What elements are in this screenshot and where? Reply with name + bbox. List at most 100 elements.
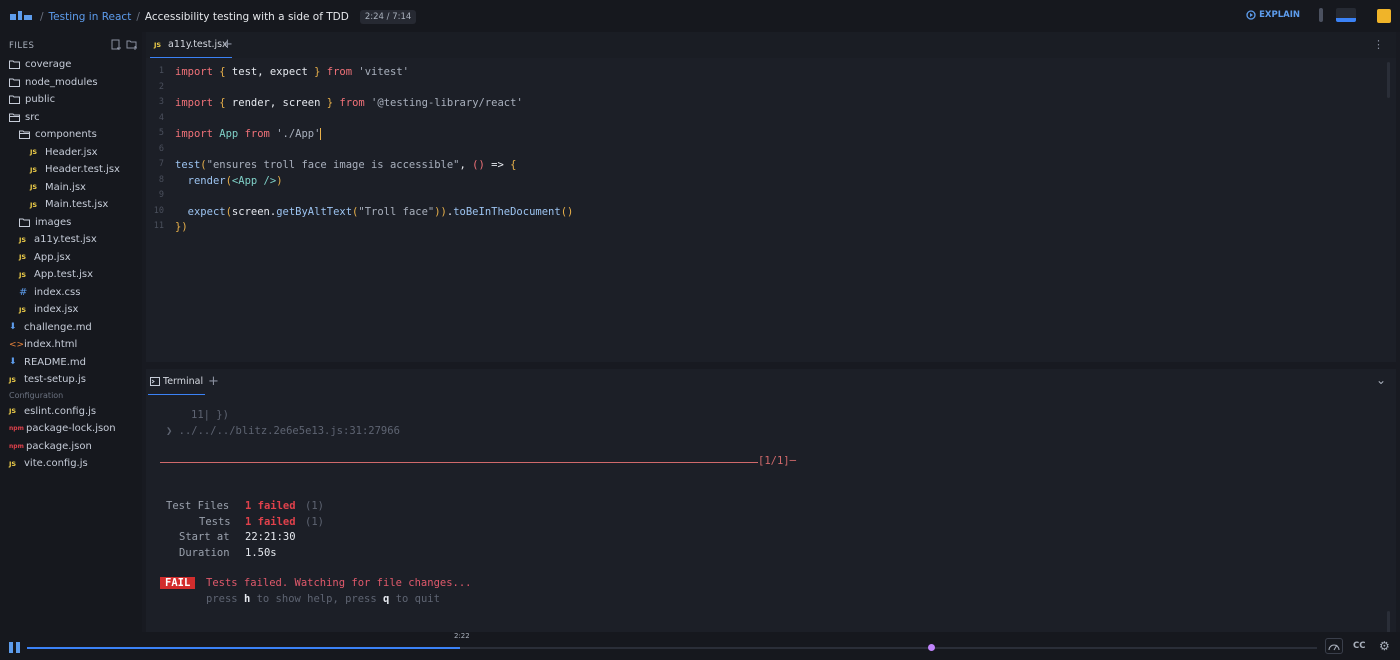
add-tab-icon[interactable]: + <box>222 37 233 52</box>
line-number: 1 <box>158 66 164 76</box>
file-tree-label: coverage <box>25 59 72 70</box>
breadcrumb-separator: / <box>136 11 140 23</box>
file-tree-item[interactable]: JS test-setup.js <box>0 371 86 388</box>
tests-count: (1) <box>305 515 324 528</box>
terminal-scrollbar[interactable] <box>1387 611 1390 633</box>
file-tree-label: Header.test.jsx <box>45 164 120 175</box>
tests-value: 1 failed <box>245 515 296 528</box>
editor-tabbar: JS a11y.test.jsx + ⋮ <box>146 32 1396 58</box>
pause-icon <box>9 642 20 653</box>
js-file-icon: JS <box>9 407 17 415</box>
trace-line: 11| }) <box>191 409 229 421</box>
captions-button[interactable]: CC <box>1353 641 1365 651</box>
file-tree-item[interactable]: JS Header.jsx <box>0 144 98 161</box>
folder-icon <box>9 60 20 69</box>
file-tree-item[interactable]: ⬇ challenge.md <box>0 319 92 336</box>
code-line: 8 render(<App />) <box>146 175 846 190</box>
tab-terminal[interactable]: Terminal <box>148 369 206 395</box>
markdown-file-icon: ⬇ <box>9 322 17 332</box>
progress-fill <box>27 647 461 649</box>
help-end: to quit <box>395 592 440 605</box>
folder-icon <box>19 218 30 227</box>
more-options-icon[interactable]: ⋮ <box>1373 38 1384 51</box>
configuration-header: Configuration <box>9 390 64 400</box>
progress-track[interactable] <box>27 644 1317 651</box>
fail-badge: FAIL <box>160 577 196 589</box>
markdown-file-icon: ⬇ <box>9 357 17 367</box>
add-terminal-icon[interactable]: + <box>208 374 219 389</box>
layout-toggle-split[interactable] <box>1336 8 1356 22</box>
file-tree-item[interactable]: components <box>0 126 97 143</box>
breadcrumb-course-link[interactable]: Testing in React <box>49 11 132 23</box>
file-tree-item[interactable]: coverage <box>0 56 71 73</box>
js-file-icon: JS <box>30 165 38 174</box>
css-file-icon: # <box>19 286 28 298</box>
file-tree-item[interactable]: src <box>0 109 40 126</box>
settings-icon[interactable]: ⚙ <box>1379 639 1390 653</box>
file-tree-item[interactable]: JS Header.test.jsx <box>0 161 120 178</box>
file-tree-label: Main.test.jsx <box>45 199 109 210</box>
config-file-item[interactable]: JS eslint.config.js <box>0 403 96 420</box>
config-file-item[interactable]: JS vite.config.js <box>0 455 88 472</box>
code-line: 2 <box>146 82 846 97</box>
js-file-icon: JS <box>9 375 17 384</box>
file-tree-label: node_modules <box>25 76 98 88</box>
code-editor[interactable]: JS a11y.test.jsx + ⋮ 1 import { test, exp… <box>146 32 1396 362</box>
terminal-panel[interactable]: Terminal + ⌄ 11| }) ❯ ../../../blitz.2e6… <box>146 369 1396 635</box>
file-tree-item[interactable]: # index.css <box>0 284 80 301</box>
line-number: 7 <box>158 159 164 169</box>
editor-scrollbar[interactable] <box>1387 62 1390 98</box>
layout-toggle-left[interactable] <box>1319 8 1323 22</box>
new-file-icon[interactable] <box>111 39 122 50</box>
file-tree-item[interactable]: JS App.test.jsx <box>0 266 93 283</box>
file-tree-item[interactable]: images <box>0 214 71 231</box>
explain-icon <box>1246 10 1256 20</box>
pause-button[interactable] <box>9 642 20 653</box>
file-tree-item[interactable]: node_modules <box>0 74 98 91</box>
scrimba-logo-icon[interactable] <box>10 11 32 21</box>
file-tree-item[interactable]: JS Main.test.jsx <box>0 196 108 213</box>
file-tree-item[interactable]: JS Main.jsx <box>0 179 86 196</box>
config-file-item[interactable]: npm package-lock.json <box>0 420 116 437</box>
file-tree-item[interactable]: JS index.jsx <box>0 301 78 318</box>
chevron-down-icon[interactable]: ⌄ <box>1376 373 1386 387</box>
file-tree-item[interactable]: JS App.jsx <box>0 249 71 266</box>
file-tree-label: eslint.config.js <box>24 405 97 417</box>
folder-open-icon <box>19 130 30 139</box>
file-tree-item[interactable]: public <box>0 91 55 108</box>
js-file-icon: JS <box>30 200 38 209</box>
text-cursor <box>320 128 322 140</box>
tab-a11y-test[interactable]: JS a11y.test.jsx <box>150 32 232 58</box>
speed-button[interactable] <box>1325 638 1343 654</box>
tab-label: a11y.test.jsx <box>168 39 228 50</box>
progress-marker[interactable] <box>928 644 936 651</box>
trace-path: ❯ ../../../blitz.2e6e5e13.js:31:27966 <box>166 424 400 437</box>
file-tree-label: src <box>25 111 40 123</box>
files-header: FILES <box>9 41 35 51</box>
file-tree-label: package-lock.json <box>26 423 116 434</box>
code-line: 11}) <box>146 221 846 236</box>
file-tree-label: components <box>35 129 97 140</box>
notes-icon[interactable] <box>1377 9 1391 23</box>
file-tree-item[interactable]: ⬇ README.md <box>0 354 86 371</box>
top-bar: / Testing in React / Accessibility testi… <box>0 0 1400 32</box>
file-sidebar: FILES coverage node_modulespublic src compo… <box>0 32 142 632</box>
code-line: 7 test("ensures troll face image is acces… <box>146 159 846 174</box>
file-tree-item[interactable]: <> index.html <box>0 336 77 353</box>
js-file-icon: JS <box>154 40 162 49</box>
file-tree-label: a11y.test.jsx <box>34 234 97 245</box>
help-key-q: q <box>383 592 390 605</box>
start-label: Start at <box>179 531 230 543</box>
config-file-item[interactable]: npm package.json <box>0 438 92 455</box>
js-file-icon: JS <box>19 270 27 279</box>
player-bar: 2:22 CC ⚙ <box>0 632 1400 660</box>
start-value: 22:21:30 <box>245 531 296 543</box>
file-tree-label: index.html <box>24 339 78 350</box>
code-line: 6 <box>146 144 846 159</box>
line-number: 9 <box>158 190 164 200</box>
code-line: 4 <box>146 113 846 128</box>
file-tree-item[interactable]: JS a11y.test.jsx <box>0 231 97 248</box>
explain-button[interactable]: EXPLAIN <box>1246 10 1300 20</box>
new-folder-icon[interactable] <box>126 39 138 50</box>
html-file-icon: <> <box>9 339 25 350</box>
